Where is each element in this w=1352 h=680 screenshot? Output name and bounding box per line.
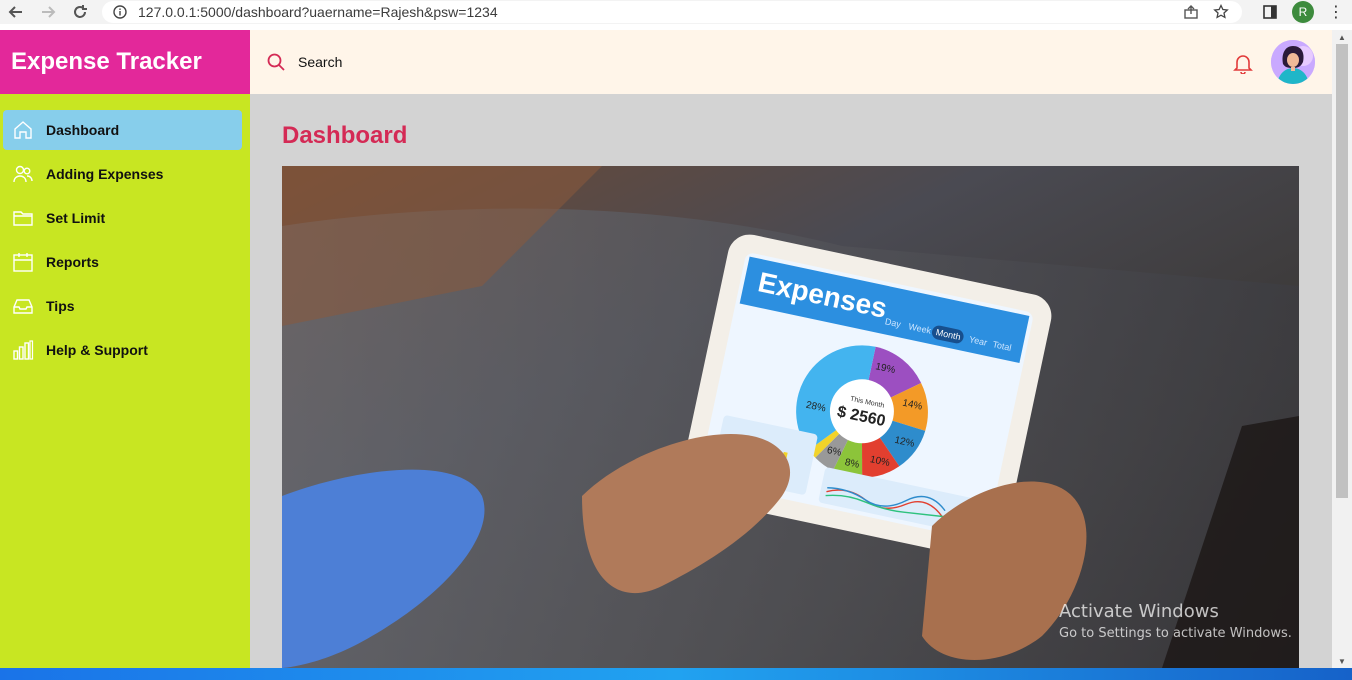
windows-activation-watermark: Activate Windows Go to Settings to activ…	[1059, 601, 1292, 641]
folder-icon	[11, 206, 35, 230]
address-bar[interactable]: 127.0.0.1:5000/dashboard?uaername=Rajesh…	[102, 1, 1242, 23]
sidebar-item-label: Tips	[46, 298, 75, 314]
sidebar: Expense Tracker Dashboard Adding Expense…	[0, 30, 250, 668]
search-label[interactable]: Search	[298, 54, 342, 70]
app-shell: Expense Tracker Dashboard Adding Expense…	[0, 30, 1332, 668]
home-icon	[11, 118, 35, 142]
scroll-up-icon[interactable]: ▲	[1332, 30, 1352, 44]
sidebar-item-adding-expenses[interactable]: Adding Expenses	[3, 154, 242, 194]
scrollbar[interactable]: ▲ ▼	[1332, 30, 1352, 668]
browser-toolbar: 127.0.0.1:5000/dashboard?uaername=Rajesh…	[0, 0, 1352, 24]
sidebar-item-label: Adding Expenses	[46, 166, 164, 182]
users-icon	[11, 162, 35, 186]
side-panel-icon[interactable]	[1262, 4, 1278, 20]
calendar-icon	[11, 250, 35, 274]
bookmark-star-icon[interactable]	[1212, 3, 1230, 21]
inbox-icon	[11, 294, 35, 318]
os-taskbar	[0, 668, 1352, 680]
sidebar-item-label: Set Limit	[46, 210, 106, 226]
user-avatar[interactable]	[1271, 40, 1315, 84]
search-icon[interactable]	[266, 52, 286, 72]
bell-icon[interactable]	[1232, 52, 1254, 75]
sidebar-item-dashboard[interactable]: Dashboard	[3, 110, 242, 150]
back-icon[interactable]	[0, 0, 32, 24]
sidebar-item-set-limit[interactable]: Set Limit	[3, 198, 242, 238]
scroll-thumb[interactable]	[1336, 44, 1348, 498]
profile-avatar[interactable]: R	[1292, 1, 1314, 23]
sidebar-menu: Dashboard Adding Expenses Set Limit Repo…	[0, 94, 250, 370]
sidebar-item-label: Reports	[46, 254, 99, 270]
forward-icon[interactable]	[32, 0, 64, 24]
top-bar: Search	[250, 30, 1332, 94]
page-title: Dashboard	[282, 122, 408, 149]
sidebar-item-reports[interactable]: Reports	[3, 242, 242, 282]
brand-title: Expense Tracker	[0, 30, 250, 94]
watermark-title: Activate Windows	[1059, 601, 1219, 622]
info-icon[interactable]	[112, 4, 128, 20]
sidebar-item-label: Dashboard	[46, 122, 120, 138]
sidebar-item-tips[interactable]: Tips	[3, 286, 242, 326]
watermark-subtitle: Go to Settings to activate Windows.	[1059, 626, 1292, 641]
search-box[interactable]: Search	[266, 52, 342, 72]
share-icon[interactable]	[1182, 3, 1200, 21]
more-menu-icon[interactable]: ⋮	[1328, 2, 1344, 22]
scroll-down-icon[interactable]: ▼	[1332, 654, 1352, 668]
sidebar-item-help-support[interactable]: Help & Support	[3, 330, 242, 370]
main-content: Dashboard Expenses Day Week Month Year T…	[250, 94, 1332, 668]
url-text[interactable]: 127.0.0.1:5000/dashboard?uaername=Rajesh…	[138, 4, 498, 20]
reload-icon[interactable]	[64, 0, 96, 24]
bar-chart-icon	[11, 338, 35, 362]
sidebar-item-label: Help & Support	[46, 342, 148, 358]
hero-image: Expenses Day Week Month Year Total This …	[282, 166, 1299, 668]
